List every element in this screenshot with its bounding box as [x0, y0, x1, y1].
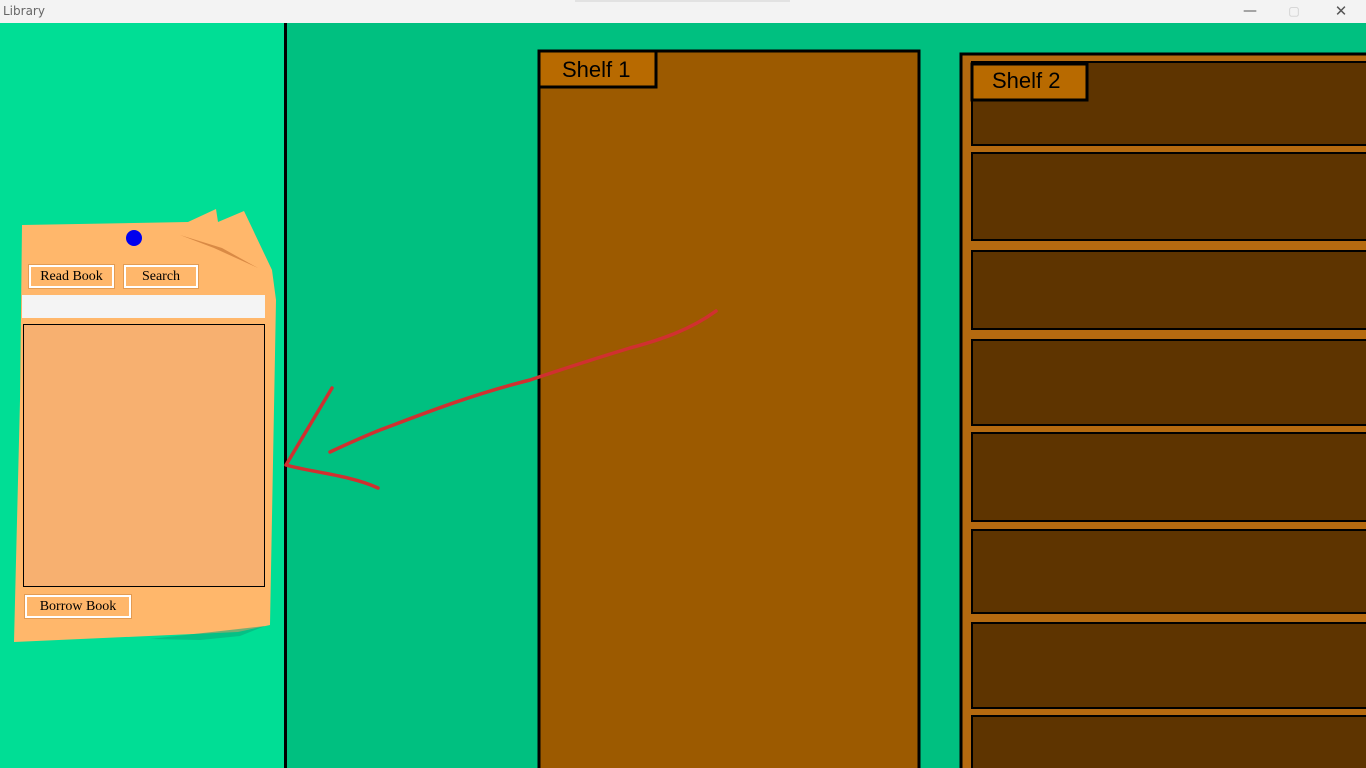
- read-book-button[interactable]: Read Book: [28, 264, 115, 289]
- search-button[interactable]: Search: [123, 264, 199, 289]
- shelf-compartment: [971, 250, 1366, 330]
- shelf-2-compartments: [971, 61, 1366, 768]
- search-input[interactable]: [22, 295, 265, 318]
- book-results-list[interactable]: [23, 324, 265, 587]
- shelf-1: [537, 49, 921, 768]
- shelf-compartment: [971, 715, 1366, 768]
- shelf-compartment: [971, 152, 1366, 241]
- pin-icon: [126, 230, 142, 246]
- shelf-compartment: [971, 339, 1366, 426]
- shelf-2-label: Shelf 2: [992, 68, 1061, 93]
- shelf-1-label: Shelf 1: [562, 57, 631, 82]
- borrow-book-button[interactable]: Borrow Book: [24, 594, 132, 619]
- shelf-compartment: [971, 529, 1366, 614]
- shelf-compartment: [971, 432, 1366, 522]
- shelf-compartment: [971, 622, 1366, 709]
